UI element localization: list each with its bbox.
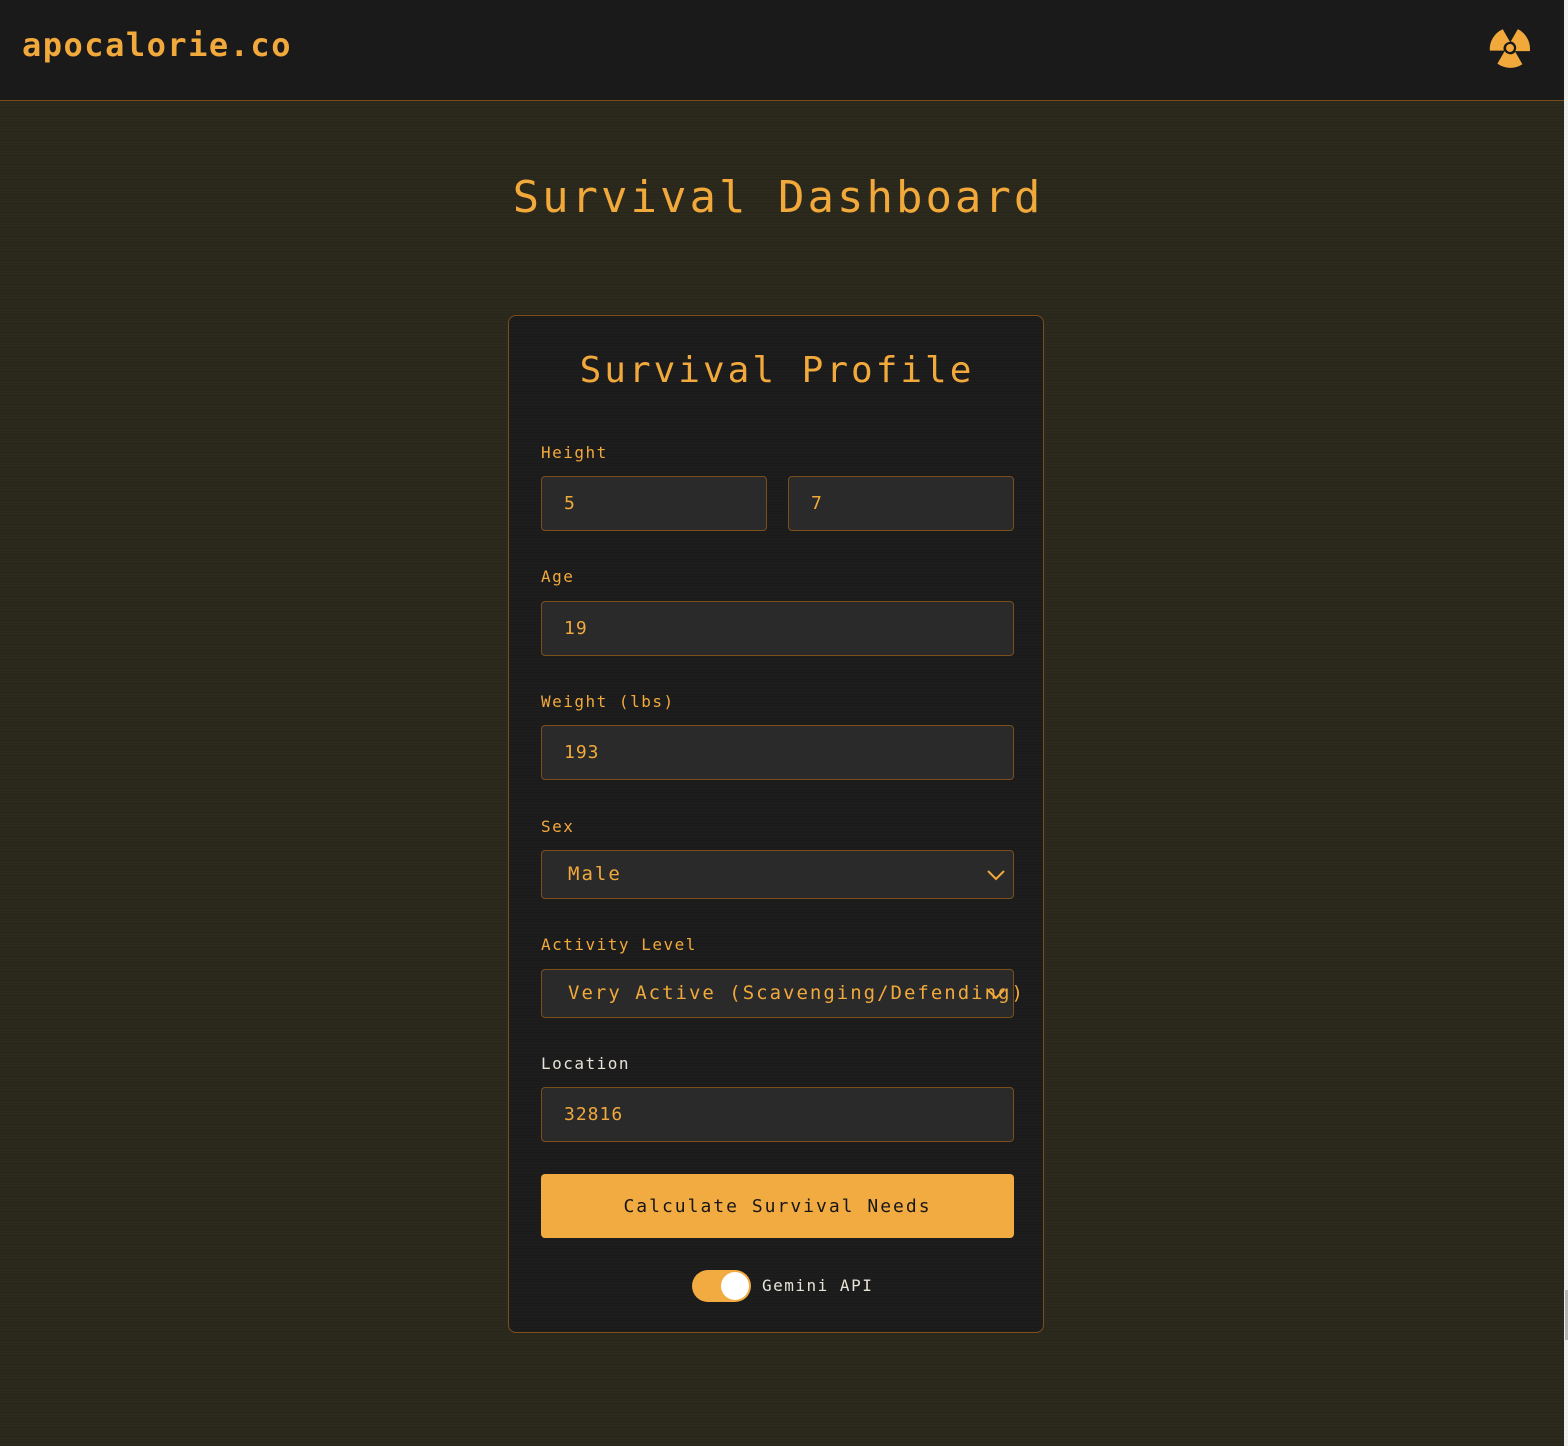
age-label: Age xyxy=(541,567,575,586)
sex-label: Sex xyxy=(541,817,575,836)
location-label: Location xyxy=(541,1054,631,1073)
gemini-api-toggle-row: Gemini API xyxy=(692,1270,892,1302)
weight-input[interactable] xyxy=(541,725,1014,780)
page-title: Survival Dashboard xyxy=(512,172,1044,223)
height-feet-input[interactable] xyxy=(541,476,767,531)
gemini-api-toggle[interactable] xyxy=(692,1270,751,1302)
brand-logo-text[interactable]: apocalorie.co xyxy=(22,26,292,64)
survival-profile-card: Survival Profile Height Age Weight (lbs)… xyxy=(508,315,1044,1333)
calculate-survival-needs-button[interactable]: Calculate Survival Needs xyxy=(541,1174,1014,1238)
card-title: Survival Profile xyxy=(579,350,975,391)
radiation-icon[interactable] xyxy=(1488,26,1532,70)
height-label: Height xyxy=(541,443,608,462)
height-inches-input[interactable] xyxy=(788,476,1014,531)
chevron-down-icon xyxy=(987,870,1005,881)
activity-level-label: Activity Level xyxy=(541,935,697,954)
gemini-api-toggle-label: Gemini API xyxy=(762,1276,874,1295)
location-input[interactable] xyxy=(541,1087,1014,1142)
weight-label: Weight (lbs) xyxy=(541,692,675,711)
activity-level-select[interactable]: Very Active (Scavenging/Defending) xyxy=(541,969,1023,1018)
scrollbar-track[interactable] xyxy=(1564,0,1568,1446)
top-nav-bar: apocalorie.co xyxy=(0,0,1564,101)
age-input[interactable] xyxy=(541,601,1014,656)
toggle-knob xyxy=(721,1272,749,1300)
activity-level-select-value: Very Active (Scavenging/Defending) xyxy=(568,982,1025,1004)
sex-select[interactable]: Male xyxy=(541,850,1014,899)
chevron-down-icon xyxy=(987,989,1005,1000)
sex-select-value: Male xyxy=(568,863,622,885)
